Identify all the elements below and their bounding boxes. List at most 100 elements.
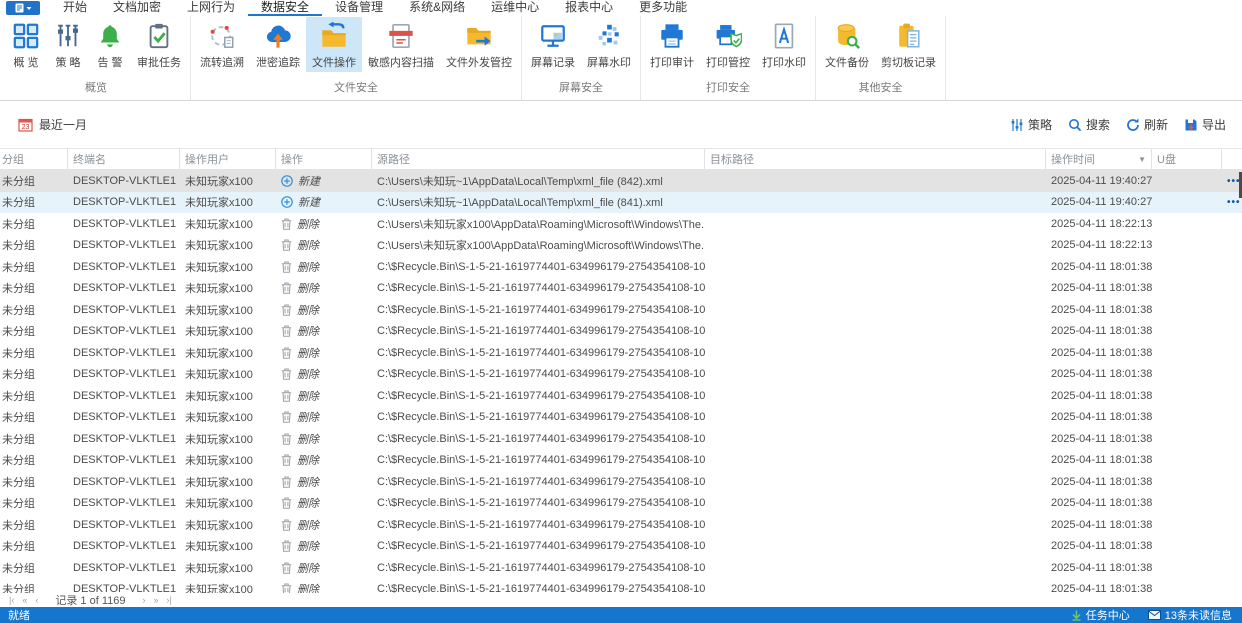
- ribbon-button-clipboard-doc[interactable]: 剪切板记录: [875, 17, 942, 72]
- printer-icon: [657, 21, 687, 51]
- clipboard-doc-icon: [894, 21, 924, 51]
- column-header-3[interactable]: 操作: [276, 149, 372, 169]
- app-menu-button[interactable]: [6, 1, 40, 15]
- menu-tabs: 开始 文档加密 上网行为 数据安全 设备管理 系统&网络 运维中心 报表中心 更多功能: [50, 0, 700, 16]
- ribbon-button-cloud-up[interactable]: 泄密追踪: [250, 17, 306, 72]
- table-row[interactable]: 未分组 DESKTOP-VLKTLE1 未知玩家x100 删除 C:\Users\未知玩…: [0, 213, 1242, 235]
- ribbon-group-0: 概 览 策 略 告 警 审批任务 概览: [2, 16, 191, 100]
- operation-cell: 删除: [276, 237, 372, 253]
- table-row[interactable]: 未分组 DESKTOP-VLKTLE1 未知玩家x100 删除 C:\$Recycle.…: [0, 557, 1242, 579]
- table-row[interactable]: 未分组 DESKTOP-VLKTLE1 未知玩家x100 删除 C:\$Recycle.…: [0, 493, 1242, 515]
- export-label: 导出: [1201, 118, 1226, 132]
- menu-tab-8[interactable]: 更多功能: [626, 0, 700, 16]
- column-header-0[interactable]: 分组: [0, 149, 68, 169]
- menu-tab-4[interactable]: 设备管理: [322, 0, 396, 16]
- next-block-button[interactable]: »: [152, 594, 159, 606]
- column-header-2[interactable]: 操作用户: [180, 149, 276, 169]
- ribbon-button-printer[interactable]: 打印审计: [644, 17, 700, 72]
- column-header-1[interactable]: 终端名: [68, 149, 180, 169]
- menu-tab-3[interactable]: 数据安全: [248, 0, 323, 16]
- export-button[interactable]: 导出: [1184, 116, 1226, 133]
- table-row[interactable]: 未分组 DESKTOP-VLKTLE1 未知玩家x100 删除 C:\Users\未知玩…: [0, 235, 1242, 257]
- next-page-button[interactable]: ›: [141, 594, 146, 606]
- ribbon-button-folder-back[interactable]: 文件操作: [306, 17, 362, 72]
- table-row[interactable]: 未分组 DESKTOP-VLKTLE1 未知玩家x100 删除 C:\$Recycle.…: [0, 407, 1242, 429]
- table-row[interactable]: 未分组 DESKTOP-VLKTLE1 未知玩家x100 删除 C:\$Recycle.…: [0, 256, 1242, 278]
- table-header: 分组 终端名 操作用户 操作 源路径 目标路径 操作时间 ▼ U盘: [0, 148, 1242, 170]
- ribbon-button-folder-out[interactable]: 文件外发管控: [440, 17, 518, 72]
- terminal-cell: DESKTOP-VLKTLE1: [73, 497, 177, 510]
- table-row[interactable]: 未分组 DESKTOP-VLKTLE1 未知玩家x100 删除 C:\$Recycle.…: [0, 514, 1242, 536]
- table-row[interactable]: 未分组 DESKTOP-VLKTLE1 未知玩家x100 删除 C:\$Recycle.…: [0, 278, 1242, 300]
- time-cell: 2025-04-11 18:01:38: [1051, 540, 1152, 553]
- user-cell: 未知玩家x100: [185, 433, 253, 446]
- table-row[interactable]: 未分组 DESKTOP-VLKTLE1 未知玩家x100 删除 C:\$Recycle.…: [0, 342, 1242, 364]
- user-cell: 未知玩家x100: [185, 541, 253, 554]
- ribbon-button-db-search[interactable]: 文件备份: [819, 17, 875, 72]
- column-header-5[interactable]: 目标路径: [705, 149, 1046, 169]
- ribbon-button-label: 审批任务: [137, 57, 181, 69]
- terminal-cell: DESKTOP-VLKTLE1: [73, 432, 177, 445]
- table-row[interactable]: 未分组 DESKTOP-VLKTLE1 未知玩家x100 删除 C:\$Recycle.…: [0, 450, 1242, 472]
- pagination-bar: |‹ « ‹ 记录 1 of 1169 › » ›|: [0, 593, 1242, 607]
- prev-page-button[interactable]: ‹: [34, 594, 39, 606]
- menu-tab-2[interactable]: 上网行为: [174, 0, 248, 16]
- group-cell: 未分组: [2, 455, 35, 468]
- date-filter-dropdown[interactable]: 23 最近一月: [18, 116, 87, 133]
- table-row[interactable]: 未分组 DESKTOP-VLKTLE1 未知玩家x100 删除 C:\$Recycle.…: [0, 428, 1242, 450]
- menu-tab-6[interactable]: 运维中心: [478, 0, 552, 16]
- terminal-cell: DESKTOP-VLKTLE1: [73, 174, 177, 187]
- time-filter-caret-icon[interactable]: ▼: [1138, 155, 1146, 164]
- ribbon-button-doc-a[interactable]: 打印水印: [756, 17, 812, 72]
- table-row[interactable]: 未分组 DESKTOP-VLKTLE1 未知玩家x100 删除 C:\$Recycle.…: [0, 385, 1242, 407]
- table-row[interactable]: 未分组 DESKTOP-VLKTLE1 未知玩家x100 新建 C:\Users\未知玩…: [0, 170, 1242, 192]
- column-header-filler: [1222, 149, 1242, 169]
- trash-icon: [281, 347, 292, 359]
- task-center-button[interactable]: 任务中心: [1071, 607, 1130, 623]
- ribbon-button-monitor[interactable]: 屏幕记录: [525, 17, 581, 72]
- messages-button[interactable]: 13条未读信息: [1147, 607, 1232, 623]
- table-row[interactable]: 未分组 DESKTOP-VLKTLE1 未知玩家x100 删除 C:\$Recycle.…: [0, 299, 1242, 321]
- menu-tab-1[interactable]: 文档加密: [100, 0, 174, 16]
- ribbon-button-doc-scan[interactable]: 敏感内容扫描: [362, 17, 440, 72]
- refresh-button[interactable]: 刷新: [1126, 116, 1168, 133]
- first-page-button[interactable]: |‹: [8, 594, 15, 606]
- search-label: 搜索: [1085, 118, 1110, 132]
- operation-cell: 删除: [276, 366, 372, 382]
- time-cell: 2025-04-11 18:01:38: [1051, 389, 1152, 402]
- table-row[interactable]: 未分组 DESKTOP-VLKTLE1 未知玩家x100 删除 C:\$Recycle.…: [0, 471, 1242, 493]
- trash-icon: [281, 583, 292, 593]
- user-cell: 未知玩家x100: [185, 476, 253, 489]
- row-actions-cell: •••: [1222, 196, 1242, 208]
- table-row[interactable]: 未分组 DESKTOP-VLKTLE1 未知玩家x100 删除 C:\$Recycle.…: [0, 579, 1242, 593]
- column-header-4[interactable]: 源路径: [372, 149, 705, 169]
- group-cell: 未分组: [2, 412, 35, 425]
- menu-tab-5[interactable]: 系统&网络: [396, 0, 478, 16]
- prev-block-button[interactable]: «: [21, 594, 28, 606]
- column-header-6[interactable]: 操作时间 ▼: [1046, 149, 1152, 169]
- menu-tab-7[interactable]: 报表中心: [552, 0, 626, 16]
- column-header-7[interactable]: U盘: [1152, 149, 1222, 169]
- ribbon-button-printer-shield[interactable]: 打印管控: [700, 17, 756, 72]
- last-page-button[interactable]: ›|: [166, 594, 173, 606]
- group-cell: 未分组: [2, 218, 35, 231]
- ribbon-button-sliders[interactable]: 策 略: [47, 17, 89, 72]
- ribbon-button-bell[interactable]: 告 警: [89, 17, 131, 72]
- row-menu-button[interactable]: •••: [1227, 197, 1241, 208]
- source-path-cell: C:\$Recycle.Bin\S-1-5-21-1619774401-6349…: [377, 518, 705, 531]
- table-row[interactable]: 未分组 DESKTOP-VLKTLE1 未知玩家x100 新建 C:\Users\未知玩…: [0, 191, 1242, 213]
- user-cell: 未知玩家x100: [185, 218, 253, 231]
- operation-label: 删除: [297, 476, 319, 489]
- table-row[interactable]: 未分组 DESKTOP-VLKTLE1 未知玩家x100 删除 C:\$Recycle.…: [0, 321, 1242, 343]
- ribbon-button-pixels[interactable]: 屏幕水印: [581, 17, 637, 72]
- search-button[interactable]: 搜索: [1068, 116, 1110, 133]
- operation-label: 删除: [297, 218, 319, 231]
- policy-button[interactable]: 策略: [1010, 116, 1052, 133]
- terminal-cell: DESKTOP-VLKTLE1: [73, 196, 177, 209]
- table-row[interactable]: 未分组 DESKTOP-VLKTLE1 未知玩家x100 删除 C:\$Recycle.…: [0, 364, 1242, 386]
- ribbon-button-clipboard-check[interactable]: 审批任务: [131, 17, 187, 72]
- menu-tab-0[interactable]: 开始: [50, 0, 100, 16]
- table-row[interactable]: 未分组 DESKTOP-VLKTLE1 未知玩家x100 删除 C:\$Recycle.…: [0, 536, 1242, 558]
- ribbon-button-cycle[interactable]: 流转追溯: [194, 17, 250, 72]
- ribbon-button-grid[interactable]: 概 览: [5, 17, 47, 72]
